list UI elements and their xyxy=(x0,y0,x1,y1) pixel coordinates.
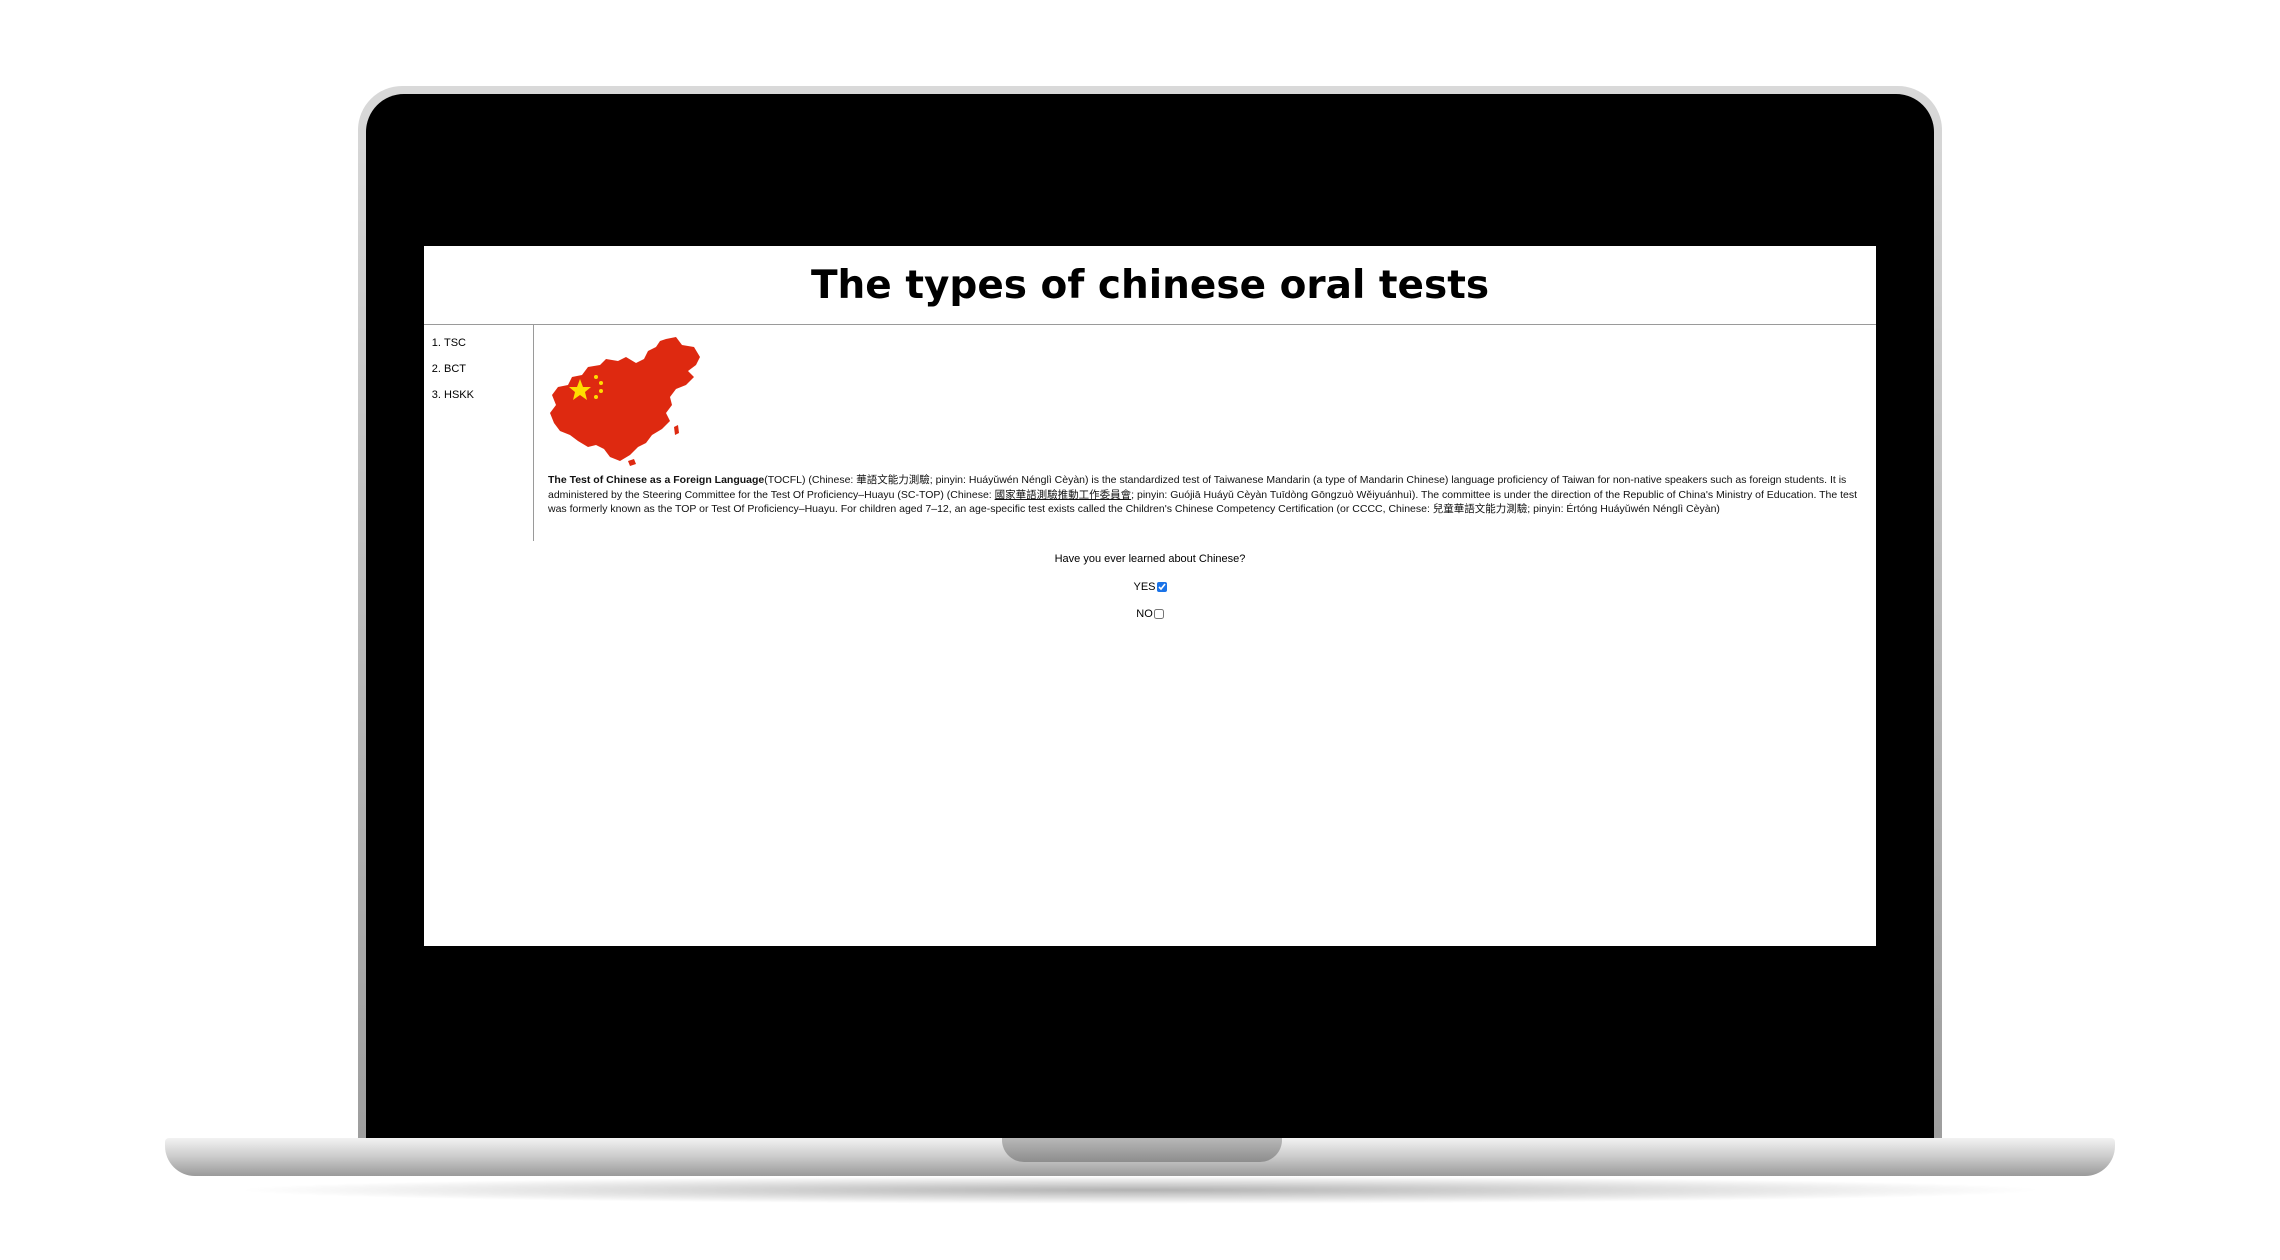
page-body: TSC BCT HSKK The Test of Chinese as a F xyxy=(424,325,1876,541)
survey-question: Have you ever learned about Chinese? xyxy=(1054,553,1246,565)
article-bold-lead: The Test of Chinese as a Foreign Languag… xyxy=(548,474,765,486)
small-star-icon xyxy=(594,375,598,379)
no-checkbox[interactable] xyxy=(1153,609,1164,619)
laptop-notch xyxy=(1002,1138,1282,1162)
sidebar-item-tsc[interactable]: TSC xyxy=(444,337,533,349)
small-star-icon xyxy=(594,395,598,399)
article-underlined-link[interactable]: 國家華語測驗推動工作委員會 xyxy=(995,489,1132,501)
small-star-icon xyxy=(599,389,603,393)
sidebar-item-bct[interactable]: BCT xyxy=(444,363,533,375)
laptop-shadow xyxy=(230,1176,2050,1204)
survey-option-no: NO xyxy=(424,608,1876,620)
yes-label-wrap[interactable]: YES xyxy=(1133,581,1167,593)
page-title: The types of chinese oral tests xyxy=(810,262,1490,308)
sidebar-item-label[interactable]: HSKK xyxy=(444,389,474,401)
no-label-wrap[interactable]: NO xyxy=(1136,608,1164,620)
yes-label: YES xyxy=(1133,581,1156,593)
sidebar-item-hskk[interactable]: HSKK xyxy=(444,389,533,401)
survey: Have you ever learned about Chinese? YES… xyxy=(424,553,1876,620)
small-star-icon xyxy=(599,381,603,385)
yes-checkbox[interactable] xyxy=(1156,582,1167,592)
hainan-island-shape xyxy=(628,459,636,466)
sidebar: TSC BCT HSKK xyxy=(424,325,534,541)
china-map-shape xyxy=(550,337,700,461)
main-content: The Test of Chinese as a Foreign Languag… xyxy=(534,325,1876,541)
no-label: NO xyxy=(1136,608,1153,620)
laptop-screen: The types of chinese oral tests TSC BCT … xyxy=(424,246,1876,946)
taiwan-island-shape xyxy=(674,425,679,435)
china-map-graphic xyxy=(550,337,700,466)
page-header: The types of chinese oral tests xyxy=(424,246,1876,325)
tocfl-article: The Test of Chinese as a Foreign Languag… xyxy=(548,473,1872,517)
china-flag-map-icon xyxy=(548,335,704,467)
survey-option-yes: YES xyxy=(424,581,1876,593)
sidebar-item-label[interactable]: BCT xyxy=(444,363,466,375)
sidebar-item-label[interactable]: TSC xyxy=(444,337,466,349)
test-list: TSC BCT HSKK xyxy=(424,337,533,401)
